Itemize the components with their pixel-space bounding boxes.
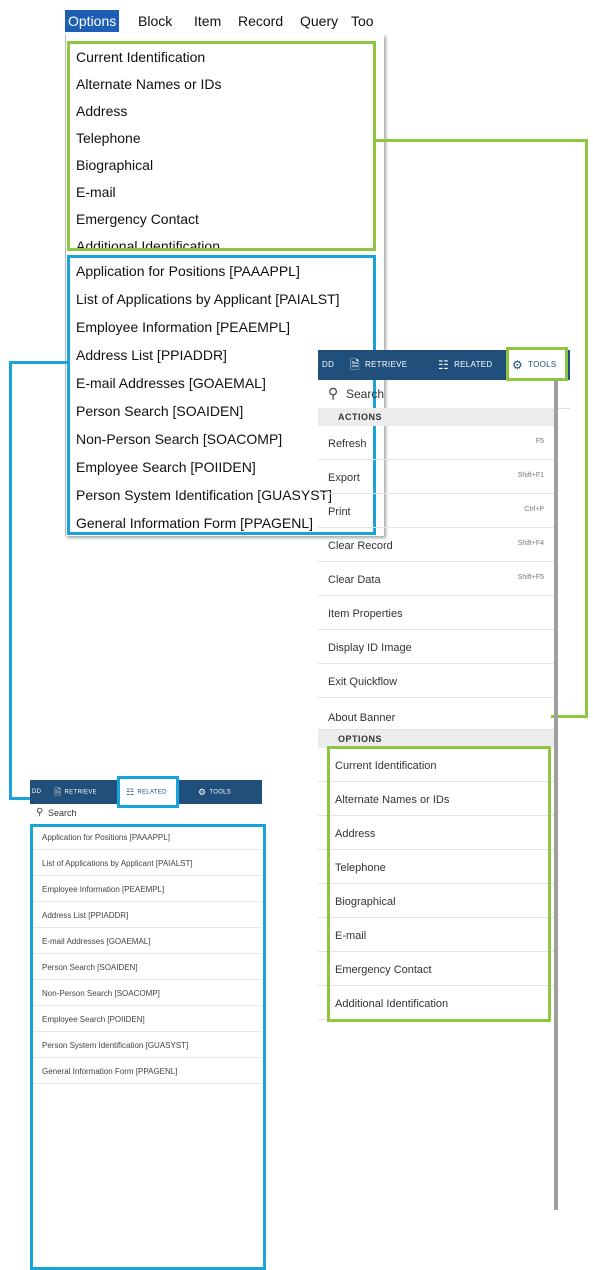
retrieve-button[interactable]: 🗎 RETRIEVE bbox=[54, 780, 97, 804]
action-exit-quickflow[interactable]: Exit Quickflow bbox=[318, 664, 554, 698]
green-highlight-classic-options bbox=[67, 41, 376, 251]
classic-menubar: Options Block Item Record Query Too bbox=[65, 8, 380, 34]
blue-connector bbox=[9, 361, 12, 800]
action-item-properties[interactable]: Item Properties bbox=[318, 596, 554, 630]
blue-connector bbox=[9, 361, 67, 364]
tools-search[interactable]: ⚲ Search bbox=[318, 380, 570, 409]
related-panel: DD 🗎 RETRIEVE ☷ RELATED ⚙ TOOLS ⚲ Search Ap… bbox=[30, 776, 266, 1270]
menu-query[interactable]: Query bbox=[297, 10, 341, 32]
search-icon: ⚲ bbox=[328, 385, 339, 401]
hierarchy-icon: ☷ bbox=[438, 358, 450, 372]
document-icon: 🗎 bbox=[350, 358, 360, 372]
gear-icon: ⚙ bbox=[198, 787, 207, 797]
search-icon: ⚲ bbox=[36, 807, 44, 818]
actions-header: ACTIONS bbox=[318, 408, 554, 426]
related-button[interactable]: ☷ RELATED bbox=[438, 350, 492, 380]
retrieve-button[interactable]: 🗎 RETRIEVE bbox=[350, 350, 407, 380]
action-print[interactable]: Print Ctrl+P bbox=[318, 494, 554, 528]
action-clear-data[interactable]: Clear Data Shift+F5 bbox=[318, 562, 554, 596]
document-icon: 🗎 bbox=[54, 787, 62, 797]
tools-search-input[interactable]: Search bbox=[346, 387, 384, 401]
related-search[interactable]: ⚲ Search bbox=[30, 804, 262, 825]
action-export[interactable]: Export Shift+F1 bbox=[318, 460, 554, 494]
scrollbar[interactable] bbox=[554, 380, 558, 1210]
blue-highlight-related-list bbox=[30, 824, 266, 1270]
menu-item[interactable]: Item bbox=[191, 10, 224, 32]
action-about-banner[interactable]: About Banner bbox=[318, 698, 554, 730]
toolbar-partial-button[interactable]: DD bbox=[32, 780, 41, 804]
menu-record[interactable]: Record bbox=[235, 10, 286, 32]
menu-tools[interactable]: Too bbox=[348, 10, 377, 32]
action-clear-record[interactable]: Clear Record Shift+F4 bbox=[318, 528, 554, 562]
toolbar-partial-button[interactable]: DD bbox=[322, 350, 334, 380]
menu-block[interactable]: Block bbox=[135, 10, 175, 32]
green-connector bbox=[585, 139, 588, 718]
related-search-input[interactable]: Search bbox=[48, 808, 77, 818]
menu-options[interactable]: Options bbox=[65, 10, 120, 32]
green-highlight-tools-tab bbox=[506, 347, 568, 381]
action-display-id-image[interactable]: Display ID Image bbox=[318, 630, 554, 664]
tools-button[interactable]: ⚙ TOOLS bbox=[198, 780, 231, 804]
action-refresh[interactable]: Refresh F5 bbox=[318, 426, 554, 460]
green-connector bbox=[376, 139, 588, 142]
blue-connector bbox=[9, 797, 30, 800]
green-highlight-tools-options bbox=[327, 746, 551, 1022]
tools-panel: DD 🗎 RETRIEVE ☷ RELATED ⚙ TOOLS ⚲ Search AC… bbox=[318, 347, 570, 1210]
